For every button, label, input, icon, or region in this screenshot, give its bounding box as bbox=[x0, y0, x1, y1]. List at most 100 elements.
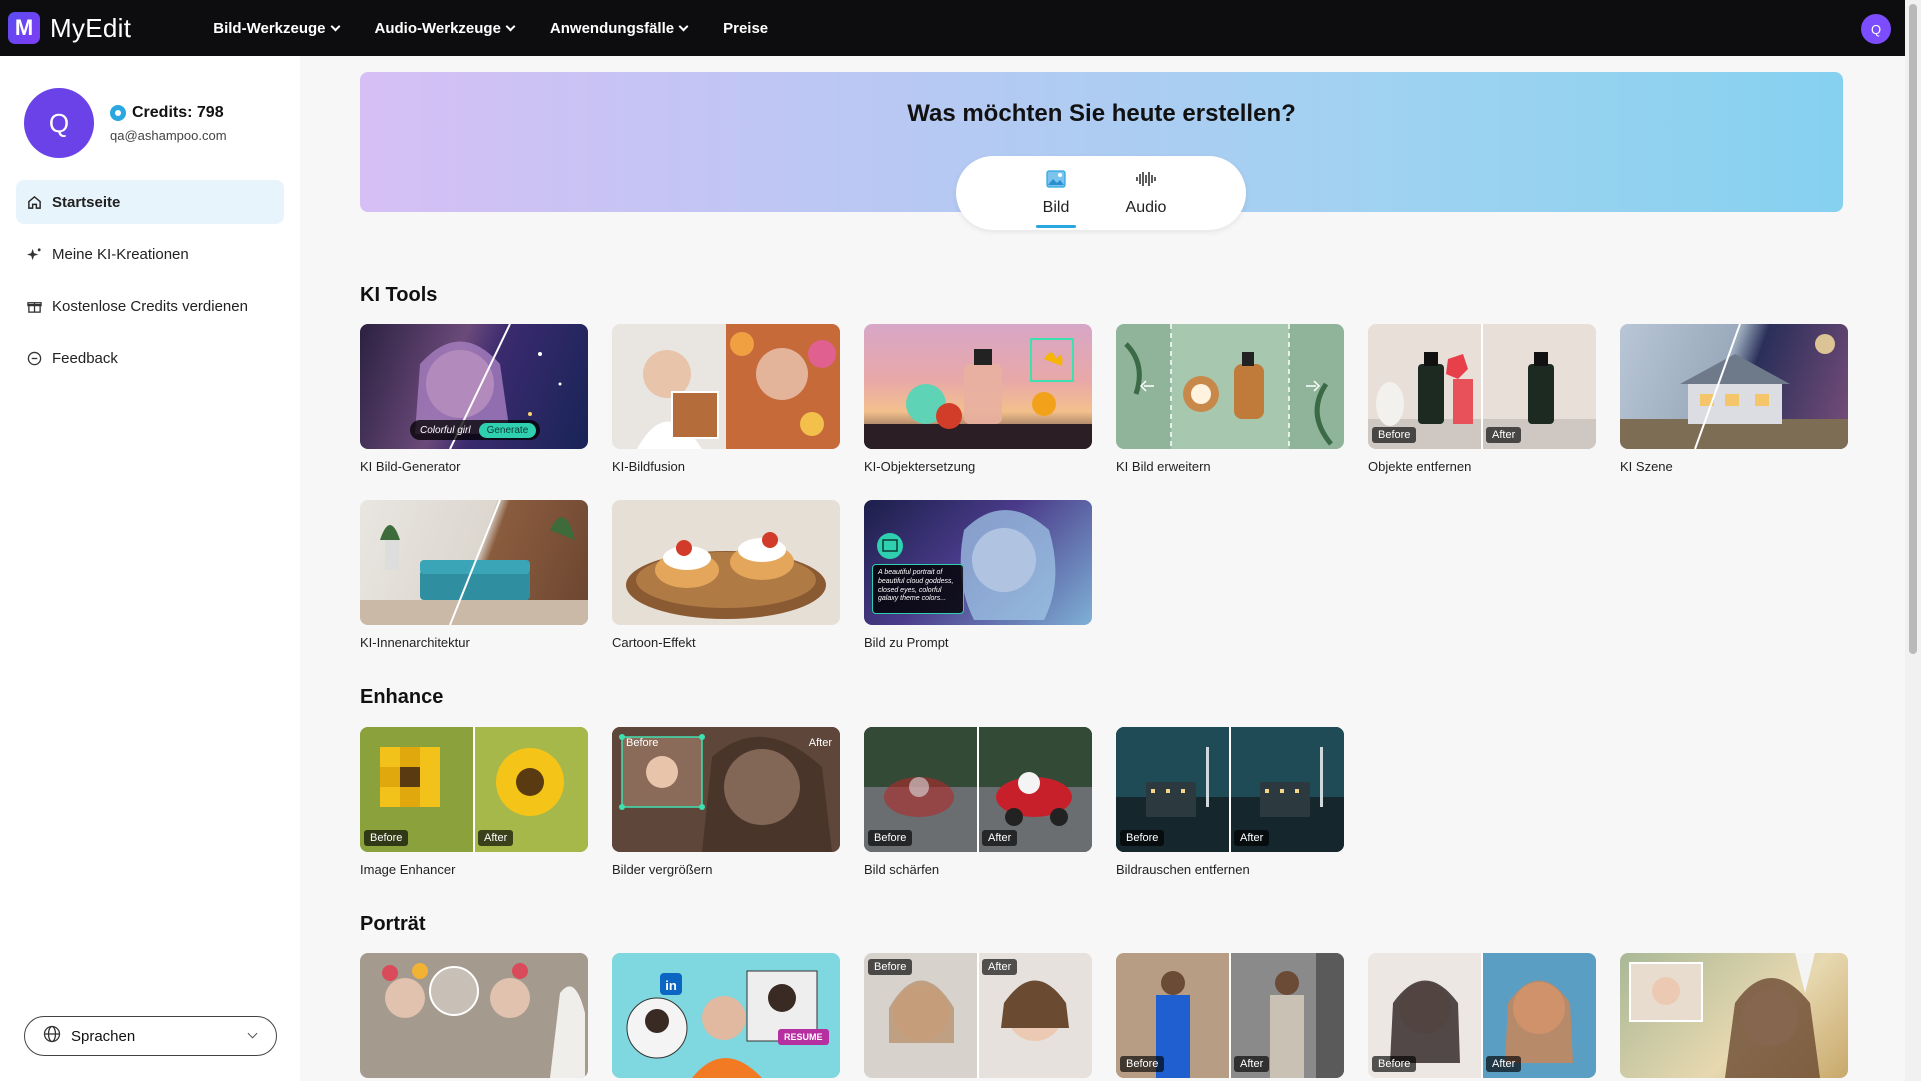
tool-card-ki-szene[interactable]: KI Szene bbox=[1620, 324, 1848, 474]
tool-card-bilder-vergroessern[interactable]: Before After Bilder vergrößern bbox=[612, 727, 840, 877]
compare-divider bbox=[1229, 953, 1231, 1078]
image-icon bbox=[1046, 170, 1066, 193]
sidebar-item-credits-verdienen[interactable]: Kostenlose Credits verdienen bbox=[16, 284, 284, 328]
tool-card-portrait-3[interactable]: Before After bbox=[864, 953, 1092, 1078]
feedback-icon bbox=[26, 350, 42, 366]
nav-audio-werkzeuge[interactable]: Audio-Werkzeuge bbox=[374, 19, 516, 37]
tool-card-image-enhancer[interactable]: Before After Image Enhancer bbox=[360, 727, 588, 877]
after-tag: After bbox=[808, 737, 832, 749]
sidebar-item-label: Feedback bbox=[52, 349, 118, 367]
tool-thumbnail: Before After bbox=[1116, 953, 1344, 1078]
tool-card-label: KI Bild-Generator bbox=[360, 459, 461, 474]
tool-card-label: KI-Innenarchitektur bbox=[360, 635, 470, 650]
sparkle-icon bbox=[26, 246, 42, 262]
audio-wave-icon bbox=[1135, 170, 1157, 193]
sidebar-menu: Startseite Meine KI-Kreationen Kostenlos… bbox=[0, 180, 300, 380]
tab-bild[interactable]: Bild bbox=[1033, 170, 1079, 230]
after-tag: After bbox=[982, 959, 1018, 975]
tool-thumbnail: Before After bbox=[612, 727, 840, 852]
tool-thumbnail bbox=[1620, 324, 1848, 449]
tool-card-label: Image Enhancer bbox=[360, 862, 456, 877]
after-tag: After bbox=[1234, 1056, 1270, 1072]
home-icon bbox=[26, 194, 42, 210]
top-navigation-bar: M MyEdit Bild-Werkzeuge Audio-Werkzeuge … bbox=[0, 0, 1905, 56]
tool-card-label: Bild zu Prompt bbox=[864, 635, 949, 650]
logo-mark: M bbox=[8, 12, 40, 44]
tool-card-label: KI-Objektersetzung bbox=[864, 459, 976, 474]
tool-card-label: Cartoon-Effekt bbox=[612, 635, 696, 650]
tool-card-objekte-entfernen[interactable]: Before After Objekte entfernen bbox=[1368, 324, 1596, 474]
after-tag: After bbox=[1486, 1056, 1522, 1072]
nav-label: Bild-Werkzeuge bbox=[213, 19, 326, 37]
sidebar-item-feedback[interactable]: Feedback bbox=[16, 336, 284, 380]
credits-label: Credits: 798 bbox=[132, 103, 224, 121]
tool-card-label: Objekte entfernen bbox=[1368, 459, 1472, 474]
tool-thumbnail bbox=[360, 953, 588, 1078]
nav-bild-werkzeuge[interactable]: Bild-Werkzeuge bbox=[213, 19, 340, 37]
tool-card-label: Bildrauschen entfernen bbox=[1116, 862, 1250, 877]
after-tag: After bbox=[982, 830, 1018, 846]
logo[interactable]: M MyEdit bbox=[8, 12, 131, 44]
tool-thumbnail bbox=[612, 324, 840, 449]
before-tag: Before bbox=[1120, 830, 1165, 846]
tool-thumbnail bbox=[1620, 953, 1848, 1078]
tool-card-label: Bild schärfen bbox=[864, 862, 940, 877]
profile-avatar[interactable]: Q bbox=[24, 88, 94, 158]
tool-card-ki-bild-erweitern[interactable]: KI Bild erweitern bbox=[1116, 324, 1344, 474]
tool-card-label: Bilder vergrößern bbox=[612, 862, 713, 877]
sidebar-item-label: Kostenlose Credits verdienen bbox=[52, 297, 248, 315]
tool-card-bild-zu-prompt[interactable]: A beautiful portrait of beautiful cloud … bbox=[864, 500, 1092, 650]
sidebar-item-ki-kreationen[interactable]: Meine KI-Kreationen bbox=[16, 232, 284, 276]
tool-thumbnail bbox=[864, 324, 1092, 449]
nav-label: Anwendungsfälle bbox=[549, 19, 675, 37]
compare-divider bbox=[1229, 727, 1231, 852]
sidebar-item-startseite[interactable]: Startseite bbox=[16, 180, 284, 224]
tool-card-label: KI-Bildfusion bbox=[612, 459, 685, 474]
sidebar-item-label: Startseite bbox=[52, 193, 121, 211]
tool-card-cartoon-effekt[interactable]: Cartoon-Effekt bbox=[612, 500, 840, 650]
language-selector[interactable]: Sprachen bbox=[24, 1016, 277, 1056]
tool-card-portrait-1[interactable] bbox=[360, 953, 588, 1078]
tool-card-ki-bildfusion[interactable]: KI-Bildfusion bbox=[612, 324, 840, 474]
before-tag: Before bbox=[1120, 1056, 1165, 1072]
app-name: MyEdit bbox=[50, 12, 132, 43]
linkedin-icon: in bbox=[665, 977, 677, 993]
scrollbar-thumb[interactable] bbox=[1909, 4, 1917, 654]
tool-card-ki-objektersetzung[interactable]: KI-Objektersetzung bbox=[864, 324, 1092, 474]
after-tag: After bbox=[1234, 830, 1270, 846]
nav-preise[interactable]: Preise bbox=[723, 20, 768, 37]
before-tag: Before bbox=[868, 959, 913, 975]
sidebar: Q Credits: 798 qa@ashampoo.com Startseit… bbox=[0, 56, 300, 1081]
chevron-down-icon bbox=[330, 21, 340, 31]
tab-audio[interactable]: Audio bbox=[1123, 170, 1169, 230]
chevron-down-icon bbox=[678, 21, 689, 31]
tool-card-portrait-5[interactable]: Before After bbox=[1368, 953, 1596, 1078]
tool-thumbnail: Before After bbox=[1116, 727, 1344, 852]
prompt-text: Colorful girl bbox=[420, 424, 471, 436]
gift-icon bbox=[26, 298, 42, 314]
nav-anwendungsfaelle[interactable]: Anwendungsfälle bbox=[549, 19, 689, 37]
section-title-ki-tools: KI Tools bbox=[360, 284, 438, 306]
section-title-enhance: Enhance bbox=[360, 686, 444, 708]
after-tag: After bbox=[1486, 427, 1522, 443]
tool-card-bild-schaerfen[interactable]: Before After Bild schärfen bbox=[864, 727, 1092, 877]
tool-card-portrait-4[interactable]: Before After bbox=[1116, 953, 1344, 1078]
tab-label: Audio bbox=[1125, 199, 1167, 216]
page-scrollbar[interactable] bbox=[1905, 0, 1921, 1081]
main-nav: Bild-Werkzeuge Audio-Werkzeuge Anwendung… bbox=[213, 20, 768, 37]
tool-thumbnail bbox=[360, 500, 588, 625]
compare-divider bbox=[1481, 953, 1483, 1078]
nav-label: Audio-Werkzeuge bbox=[374, 19, 501, 37]
user-avatar-button[interactable]: Q bbox=[1861, 14, 1891, 44]
compare-divider bbox=[977, 953, 979, 1078]
tool-thumbnail bbox=[1116, 324, 1344, 449]
tool-card-ki-innenarchitektur[interactable]: KI-Innenarchitektur bbox=[360, 500, 588, 650]
chevron-down-icon bbox=[505, 21, 516, 31]
tool-card-bildrauschen-entfernen[interactable]: Before After Bildrauschen entfernen bbox=[1116, 727, 1344, 877]
tool-thumbnail: Colorful girl Generate bbox=[360, 324, 588, 449]
tool-card-portrait-6[interactable] bbox=[1620, 953, 1848, 1078]
tool-card-portrait-2[interactable]: in RESUME bbox=[612, 953, 840, 1078]
before-tag: Before bbox=[868, 830, 913, 846]
tool-card-label: KI Bild erweitern bbox=[1116, 459, 1211, 474]
tool-card-ki-bild-generator[interactable]: Colorful girl Generate KI Bild-Generator bbox=[360, 324, 588, 474]
